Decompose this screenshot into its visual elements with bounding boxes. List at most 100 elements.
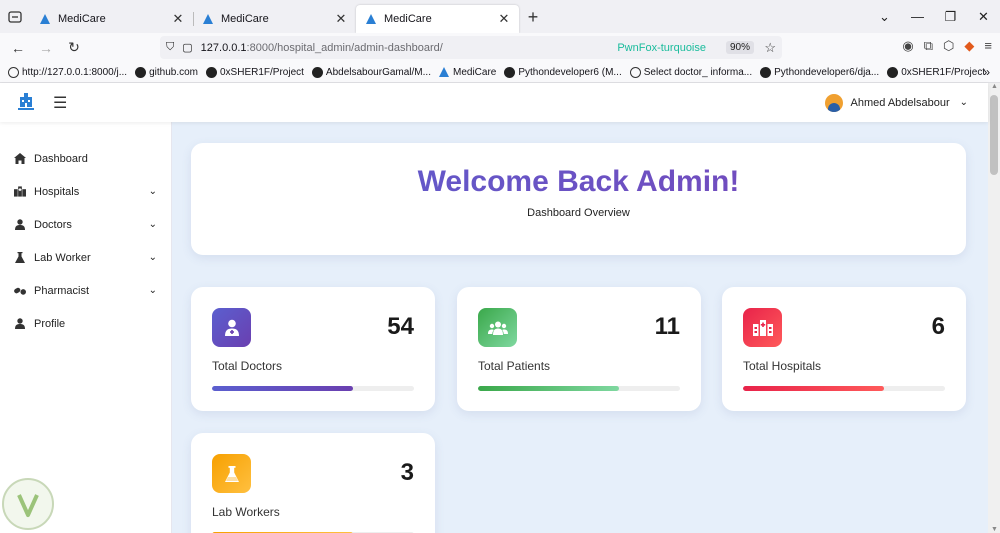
- sidebar-item-hospitals[interactable]: Hospitals ⌄: [0, 175, 171, 208]
- sidebar-item-doctors[interactable]: Doctors ⌄: [0, 208, 171, 241]
- sidebar-item-profile[interactable]: Profile: [0, 307, 171, 340]
- fox-icon[interactable]: ◆: [964, 38, 974, 54]
- chevron-down-icon[interactable]: ⌄: [868, 9, 901, 25]
- bookmark-item[interactable]: 0xSHER1F/Project: [206, 66, 304, 78]
- patients-icon: [478, 308, 517, 347]
- container-label[interactable]: PwnFox-turquoise: [617, 42, 706, 54]
- bookmark-item[interactable]: github.com: [135, 66, 198, 78]
- sidebar-item-label: Pharmacist: [34, 284, 90, 297]
- user-icon: [14, 318, 26, 330]
- address-bar[interactable]: ⛉ ▢ 127.0.0.1:8000/hospital_admin/admin-…: [160, 36, 782, 59]
- stat-value: 11: [654, 313, 680, 340]
- stat-value: 6: [931, 313, 945, 340]
- close-icon[interactable]: ✕: [171, 11, 185, 27]
- sidebar-item-dashboard[interactable]: Dashboard: [0, 142, 171, 175]
- browser-tab[interactable]: MediCare ✕: [193, 5, 356, 33]
- close-window-icon[interactable]: ✕: [967, 9, 1000, 25]
- tab-title: MediCare: [58, 12, 106, 25]
- bookmark-item[interactable]: Select doctor_ informa...: [629, 66, 752, 78]
- medicare-favicon-icon: [364, 12, 378, 26]
- hospital-icon: [14, 186, 26, 198]
- tab-list-icon[interactable]: [0, 0, 30, 33]
- page-scrollbar[interactable]: ▲ ▼: [988, 83, 1000, 533]
- user-menu[interactable]: Ahmed Abdelsabour ⌄: [824, 93, 968, 112]
- avatar: [824, 93, 843, 112]
- browser-navbar: ← → ↻ ⛉ ▢ 127.0.0.1:8000/hospital_admin/…: [0, 33, 1000, 62]
- sidebar-item-label: Hospitals: [34, 185, 80, 198]
- page-icon: ▢: [182, 42, 193, 54]
- medicare-icon: [438, 66, 450, 78]
- github-icon: [887, 66, 899, 78]
- new-tab-icon[interactable]: +: [519, 7, 547, 28]
- tab-title: MediCare: [384, 12, 432, 25]
- doctor-icon: [212, 308, 251, 347]
- watermark-logo-icon: [2, 478, 54, 530]
- stat-label: Total Doctors: [212, 359, 283, 373]
- bookmark-item[interactable]: 0xSHER1F/Project: [887, 66, 985, 78]
- account-icon[interactable]: ◉: [902, 38, 913, 54]
- stat-value: 54: [387, 313, 414, 340]
- bookmark-star-icon[interactable]: ☆: [764, 40, 776, 56]
- hamburger-menu-icon[interactable]: ☰: [53, 93, 67, 113]
- progress-track: [478, 386, 680, 391]
- pills-icon: [14, 285, 26, 297]
- bookmark-item[interactable]: Pythondeveloper6/dja...: [760, 66, 879, 78]
- stat-card-hospitals[interactable]: 6 Total Hospitals: [722, 287, 966, 411]
- window-controls: ⌄ — ❐ ✕: [868, 0, 1000, 33]
- github-icon: [504, 66, 516, 78]
- stat-card-patients[interactable]: 11 Total Patients: [457, 287, 701, 411]
- progress-track: [212, 386, 414, 391]
- menu-icon[interactable]: ≡: [984, 38, 992, 54]
- forward-icon[interactable]: →: [32, 40, 60, 56]
- bookmark-item[interactable]: AbdelsabourGamal/M...: [311, 66, 431, 78]
- stat-card-doctors[interactable]: 54 Total Doctors: [191, 287, 435, 411]
- url-text: 127.0.0.1:8000/hospital_admin/admin-dash…: [200, 41, 443, 54]
- tab-title: MediCare: [221, 12, 269, 25]
- sidebar-item-lab-worker[interactable]: Lab Worker ⌄: [0, 241, 171, 274]
- back-icon[interactable]: ←: [4, 40, 32, 56]
- dashboard-main: Welcome Back Admin! Dashboard Overview 5…: [172, 122, 988, 533]
- github-icon: [760, 66, 772, 78]
- zoom-level[interactable]: 90%: [725, 41, 754, 54]
- progress-fill: [212, 386, 354, 391]
- toolbar-icons: ◉ ⧉ ⬡ ◆ ≡: [902, 38, 992, 54]
- bookmarks-bar: http://127.0.0.1:8000/j... github.com 0x…: [0, 62, 1000, 83]
- bookmark-item[interactable]: Pythondeveloper6 (M...: [504, 66, 622, 78]
- sidebar-item-label: Profile: [34, 317, 66, 330]
- globe-icon: [8, 66, 19, 78]
- github-icon: [206, 66, 217, 78]
- scrollbar-thumb[interactable]: [990, 95, 998, 175]
- user-name: Ahmed Abdelsabour: [850, 96, 950, 109]
- minimize-icon[interactable]: —: [901, 9, 934, 24]
- extensions-icon[interactable]: ⧉: [924, 38, 933, 54]
- chevron-down-icon: ⌄: [148, 219, 157, 230]
- sidebar-item-pharmacist[interactable]: Pharmacist ⌄: [0, 274, 171, 307]
- sidebar-item-label: Dashboard: [34, 152, 88, 165]
- medicare-favicon-icon: [201, 12, 215, 26]
- bookmark-item[interactable]: MediCare: [438, 66, 496, 78]
- reload-icon[interactable]: ↻: [60, 39, 88, 56]
- page-title: Welcome Back Admin!: [191, 165, 966, 199]
- progress-track: [743, 386, 945, 391]
- stat-card-lab-workers[interactable]: 3 Lab Workers: [191, 433, 435, 533]
- browser-tab[interactable]: MediCare ✕: [30, 5, 193, 33]
- browser-tabbar: MediCare ✕ MediCare ✕ MediCare ✕ + ⌄ — ❐…: [0, 0, 1000, 33]
- medicare-logo-icon[interactable]: [15, 92, 37, 114]
- welcome-card: Welcome Back Admin! Dashboard Overview: [191, 143, 966, 255]
- github-icon: [311, 66, 323, 78]
- chevron-right-double-icon[interactable]: »: [983, 65, 990, 79]
- flask-icon: [212, 454, 251, 493]
- stat-label: Lab Workers: [212, 505, 280, 519]
- scroll-down-icon[interactable]: ▼: [991, 526, 998, 533]
- close-icon[interactable]: ✕: [334, 11, 348, 27]
- browser-tab-active[interactable]: MediCare ✕: [356, 4, 519, 33]
- shield-icon[interactable]: ⛉: [166, 41, 174, 54]
- chevron-down-icon: ⌄: [148, 252, 157, 263]
- shield-extension-icon[interactable]: ⬡: [943, 38, 954, 54]
- chevron-down-icon: ⌄: [959, 97, 968, 108]
- scroll-up-icon[interactable]: ▲: [991, 83, 998, 90]
- stat-label: Total Patients: [478, 359, 551, 373]
- bookmark-item[interactable]: http://127.0.0.1:8000/j...: [8, 66, 127, 78]
- restore-icon[interactable]: ❐: [934, 9, 967, 25]
- close-icon[interactable]: ✕: [497, 11, 511, 27]
